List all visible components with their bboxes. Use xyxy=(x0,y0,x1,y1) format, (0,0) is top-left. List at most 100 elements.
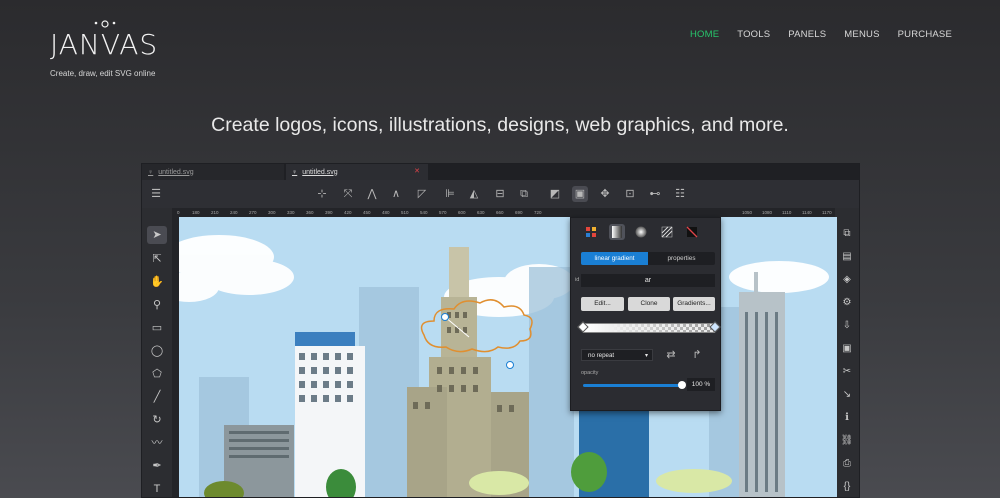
spread-method-value: no repeat xyxy=(588,352,615,359)
tab-label: untitled.svg xyxy=(302,168,338,176)
close-tab-icon[interactable]: ✕ xyxy=(414,167,420,175)
linear-gradient-tab[interactable]: linear gradient xyxy=(581,252,648,265)
ellipse-icon[interactable]: ◯ xyxy=(147,342,167,360)
spread-method-select[interactable]: no repeat ▾ xyxy=(581,349,653,361)
bounding-box-icon[interactable]: ⊡ xyxy=(622,186,638,202)
editor-screenshot: ♀ untitled.svg ♀ untitled.svg ✕ ☰ ⊹ ⤧ ⋀ … xyxy=(141,163,860,498)
brand-logo[interactable]: JANVAS Create, draw, edit SVG online xyxy=(50,20,158,78)
node-select-icon[interactable]: ⇱ xyxy=(147,250,167,268)
group-icon[interactable]: ⊟ xyxy=(492,186,508,202)
flip-icon[interactable]: ◭ xyxy=(466,186,482,202)
radial-gradient-icon[interactable] xyxy=(633,224,649,240)
export-icon[interactable]: ⇩ xyxy=(839,318,855,334)
gear-icon[interactable]: ⚙ xyxy=(839,295,855,311)
ruler-mark: 600 xyxy=(458,209,466,215)
opacity-label: opacity xyxy=(581,370,599,376)
swatches-icon[interactable] xyxy=(583,224,599,240)
document-tab-active[interactable]: ♀ untitled.svg ✕ xyxy=(286,164,428,180)
nav-purchase[interactable]: PURCHASE xyxy=(898,29,952,40)
document-tab[interactable]: ♀ untitled.svg xyxy=(142,164,284,180)
id-label: id xyxy=(575,277,580,283)
list-icon[interactable]: ☷ xyxy=(672,186,688,202)
pin-icon[interactable]: ↘ xyxy=(839,387,855,403)
duplicate-icon[interactable]: ⧉ xyxy=(516,186,532,202)
gradient-id-input[interactable]: ar xyxy=(581,274,715,287)
left-ruler xyxy=(172,217,179,497)
nav-tools[interactable]: TOOLS xyxy=(737,29,770,40)
properties-tab[interactable]: properties xyxy=(648,252,715,265)
link-icon[interactable]: ⛓ xyxy=(839,433,855,449)
ruler-mark: 1170 xyxy=(822,209,832,215)
image-icon[interactable]: ▣ xyxy=(839,341,855,357)
main-nav: HOME TOOLS PANELS MENUS PURCHASE xyxy=(690,29,952,40)
no-fill-icon[interactable] xyxy=(684,224,700,240)
gradient-preview-bar[interactable] xyxy=(583,323,715,333)
gradients-list-button[interactable]: Gradients... xyxy=(673,297,715,311)
text-tool-icon[interactable]: T xyxy=(147,480,167,497)
rectangle-icon[interactable]: ▭ xyxy=(147,319,167,337)
pen-tool-icon[interactable]: ✒ xyxy=(147,457,167,475)
pattern-icon[interactable] xyxy=(659,224,675,240)
info-icon[interactable]: ℹ xyxy=(839,410,855,426)
print-icon[interactable]: ⎙ xyxy=(839,456,855,472)
clone-gradient-button[interactable]: Clone xyxy=(628,297,670,311)
city-illustration xyxy=(179,217,837,497)
document-tabs: ♀ untitled.svg ♀ untitled.svg ✕ xyxy=(142,164,859,180)
edit-gradient-button[interactable]: Edit... xyxy=(581,297,624,311)
polygon-icon[interactable]: ⬠ xyxy=(147,365,167,383)
hero-headline: Create logos, icons, illustrations, desi… xyxy=(211,114,789,136)
transform-icon[interactable]: ✥ xyxy=(597,186,613,202)
opacity-value[interactable]: 100 % xyxy=(687,378,715,391)
tool-palette: ➤ ⇱ ✋ ⚲ ▭ ◯ ⬠ ╱ ↻ 〰 ✒ T xyxy=(142,208,172,497)
top-toolbar: ☰ ⊹ ⤧ ⋀ ∧ ◸ ⊫ ◭ ⊟ ⧉ ◩ ▣ ✥ ⊡ ⊷ ☷ xyxy=(142,180,859,208)
ruler-mark: 300 xyxy=(268,209,276,215)
tab-label: untitled.svg xyxy=(158,168,194,176)
ruler-mark: 210 xyxy=(211,209,219,215)
select-tool-icon[interactable]: ➤ xyxy=(147,226,167,244)
ruler-mark: 1110 xyxy=(782,209,792,215)
ruler-mark: 180 xyxy=(192,209,200,215)
gradient-fill-icon[interactable]: ▣ xyxy=(572,186,588,202)
ruler-mark: 240 xyxy=(230,209,238,215)
drawing-canvas[interactable] xyxy=(179,217,837,497)
ruler-mark: 450 xyxy=(363,209,371,215)
swap-icon[interactable]: ⇄ xyxy=(663,347,679,363)
ruler-mark: 390 xyxy=(325,209,333,215)
linear-gradient-icon[interactable] xyxy=(609,224,625,240)
nav-home[interactable]: HOME xyxy=(690,29,719,40)
doc-icon: ♀ xyxy=(148,168,154,176)
align-icon[interactable]: ⊹ xyxy=(314,186,330,202)
nav-panels[interactable]: PANELS xyxy=(788,29,826,40)
tools-icon[interactable]: ✂ xyxy=(839,364,855,380)
path-smooth-icon[interactable]: ⋀ xyxy=(364,186,380,202)
menu-icon[interactable]: ☰ xyxy=(148,186,164,202)
ruler-mark: 270 xyxy=(249,209,257,215)
ruler-mark: 0 xyxy=(177,209,180,215)
node-tool-icon[interactable]: ⤧ xyxy=(340,186,356,202)
line-icon[interactable]: ╱ xyxy=(147,388,167,406)
copy-icon[interactable]: ⧉ xyxy=(839,226,855,242)
ruler-mark: 1080 xyxy=(762,209,773,215)
hand-tool-icon[interactable]: ✋ xyxy=(147,273,167,291)
opacity-slider[interactable] xyxy=(583,381,686,389)
stroke-fill-icon[interactable]: ◩ xyxy=(547,186,563,202)
path-break-icon[interactable]: ◸ xyxy=(414,186,430,202)
layers-icon[interactable]: ◈ xyxy=(839,272,855,288)
freehand-icon[interactable]: 〰 xyxy=(147,434,167,452)
rotate-icon[interactable]: ↱ xyxy=(689,347,705,363)
ruler-mark: 630 xyxy=(477,209,485,215)
chevron-down-icon: ▾ xyxy=(644,353,648,359)
ruler-mark: 570 xyxy=(439,209,447,215)
nav-menus[interactable]: MENUS xyxy=(844,29,879,40)
arc-icon[interactable]: ↻ xyxy=(147,411,167,429)
slider-knob[interactable] xyxy=(678,381,686,389)
align-left-icon[interactable]: ⊫ xyxy=(442,186,458,202)
distribute-icon[interactable]: ⊷ xyxy=(647,186,663,202)
code-icon[interactable]: {} xyxy=(839,479,855,495)
clipboard-icon[interactable]: ▤ xyxy=(839,249,855,265)
ruler-mark: 690 xyxy=(515,209,523,215)
path-corner-icon[interactable]: ∧ xyxy=(388,186,404,202)
doc-icon: ♀ xyxy=(292,168,298,176)
zoom-icon[interactable]: ⚲ xyxy=(147,296,167,314)
ruler-mark: 510 xyxy=(401,209,409,215)
